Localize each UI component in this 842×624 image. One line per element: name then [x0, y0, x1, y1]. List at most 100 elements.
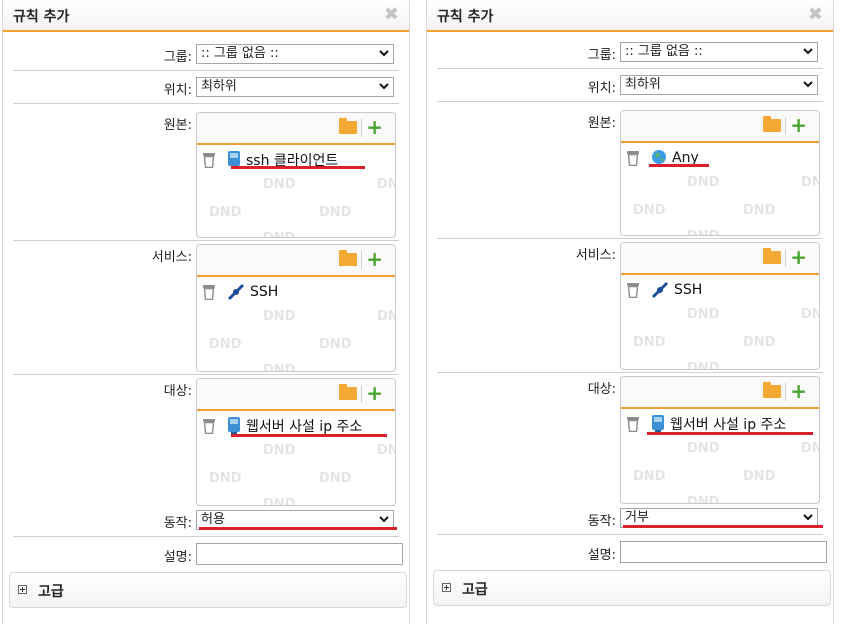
- expand-icon[interactable]: [442, 583, 451, 592]
- dnd-placeholder: DND: [209, 205, 242, 220]
- panel-title: 규칙 추가: [437, 9, 494, 25]
- destination-highlight: [647, 432, 813, 435]
- folder-icon[interactable]: [339, 118, 357, 134]
- dnd-placeholder: DND: [263, 231, 295, 237]
- add-icon[interactable]: +: [366, 249, 383, 269]
- group-label: 그룹:: [587, 48, 616, 63]
- action-label: 동작:: [163, 516, 192, 531]
- position-select[interactable]: 최하위: [620, 75, 818, 95]
- rule-panel-right: 규칙 추가 ✖ 그룹: :: 그룹 없음 :: 위치: 최하위 원본: + An…: [426, 0, 834, 624]
- host-icon: [228, 417, 240, 435]
- folder-icon[interactable]: [339, 384, 357, 400]
- dnd-placeholder: DND: [743, 469, 776, 484]
- host-icon: [652, 415, 664, 433]
- action-highlight: [199, 527, 397, 530]
- service-box-header: +: [621, 243, 819, 275]
- trash-icon[interactable]: [627, 282, 639, 298]
- folder-icon[interactable]: [763, 382, 781, 398]
- add-icon[interactable]: +: [790, 381, 807, 401]
- dnd-placeholder: DND: [633, 203, 666, 218]
- chevron-down-icon: [803, 48, 813, 55]
- advanced-label: 고급: [462, 582, 488, 598]
- action-highlight: [623, 525, 823, 528]
- service-box-header: +: [197, 245, 395, 277]
- rule-panel-left: 규칙 추가 ✖ 그룹: :: 그룹 없음 :: 위치: 최하위 원본: + ss…: [2, 0, 410, 624]
- destination-entry-label: 웹서버 사설 ip 주소: [246, 419, 363, 435]
- description-input[interactable]: [196, 543, 403, 565]
- source-box-header: +: [197, 113, 395, 145]
- service-label: 서비스:: [151, 250, 192, 265]
- position-select-value: 최하위: [625, 77, 661, 92]
- service-entry[interactable]: SSH: [197, 281, 278, 303]
- group-select-value: :: 그룹 없음 ::: [201, 46, 279, 61]
- service-box[interactable]: + SSH DND DND DND DND DND: [196, 244, 396, 372]
- destination-label: 대상:: [587, 382, 616, 397]
- dnd-placeholder: DND: [319, 205, 352, 220]
- dnd-placeholder: DND: [687, 175, 720, 190]
- chevron-down-icon: [803, 81, 813, 88]
- trash-icon[interactable]: [627, 150, 639, 166]
- description-label: 설명:: [587, 548, 616, 563]
- panel-title: 규칙 추가: [13, 9, 70, 25]
- expand-icon[interactable]: [18, 585, 27, 594]
- dnd-placeholder: DND: [209, 471, 242, 486]
- chevron-down-icon: [379, 83, 389, 90]
- description-input[interactable]: [620, 541, 827, 563]
- dnd-placeholder: DND: [687, 307, 720, 322]
- advanced-section[interactable]: 고급: [433, 570, 831, 606]
- action-label: 동작:: [587, 514, 616, 529]
- dnd-placeholder: DND: [263, 309, 296, 324]
- service-box[interactable]: + SSH DND DND DND DND DND: [620, 242, 820, 370]
- close-icon[interactable]: ✖: [808, 4, 823, 25]
- destination-highlight: [231, 434, 387, 437]
- service-entry-label: SSH: [674, 282, 703, 298]
- source-label: 원본:: [163, 118, 192, 133]
- chevron-down-icon: [379, 516, 389, 523]
- destination-box[interactable]: + 웹서버 사설 ip 주소 DND DND DND DND DND: [620, 376, 820, 504]
- trash-icon[interactable]: [627, 416, 639, 432]
- folder-icon[interactable]: [763, 116, 781, 132]
- source-highlight: [649, 164, 709, 167]
- dnd-placeholder: DND: [633, 335, 666, 350]
- dnd-placeholder: DND: [263, 497, 296, 506]
- add-icon[interactable]: +: [790, 115, 807, 135]
- destination-entry-label: 웹서버 사설 ip 주소: [670, 417, 787, 433]
- dnd-placeholder: DND: [319, 337, 352, 352]
- trash-icon[interactable]: [203, 284, 215, 300]
- source-highlight: [231, 166, 365, 169]
- source-box[interactable]: + ssh 클라이언트 DND DND DND DND DND: [196, 112, 396, 238]
- service-label: 서비스:: [575, 248, 616, 263]
- add-icon[interactable]: +: [366, 117, 383, 137]
- group-select-value: :: 그룹 없음 ::: [625, 44, 703, 59]
- dnd-placeholder: DND: [687, 495, 720, 504]
- dnd-placeholder: DND: [687, 361, 720, 370]
- service-plug-icon: [651, 281, 669, 299]
- chevron-down-icon: [803, 514, 813, 521]
- service-entry-label: SSH: [250, 284, 279, 300]
- group-select[interactable]: :: 그룹 없음 ::: [620, 42, 818, 62]
- close-icon[interactable]: ✖: [384, 4, 399, 25]
- description-label: 설명:: [163, 550, 192, 565]
- destination-label: 대상:: [163, 384, 192, 399]
- dnd-placeholder: DND: [687, 441, 720, 456]
- dnd-placeholder: DND: [319, 471, 352, 486]
- trash-icon[interactable]: [203, 152, 215, 168]
- source-box[interactable]: + Any DND DND DND DND DND: [620, 110, 820, 236]
- trash-icon[interactable]: [203, 418, 215, 434]
- folder-icon[interactable]: [339, 250, 357, 266]
- add-icon[interactable]: +: [790, 247, 807, 267]
- service-entry[interactable]: SSH: [621, 279, 702, 301]
- add-icon[interactable]: +: [366, 383, 383, 403]
- folder-icon[interactable]: [763, 248, 781, 264]
- source-label: 원본:: [587, 116, 616, 131]
- chevron-down-icon: [379, 50, 389, 57]
- group-label: 그룹:: [163, 50, 192, 65]
- group-select[interactable]: :: 그룹 없음 ::: [196, 44, 394, 64]
- dnd-placeholder: DND: [743, 335, 776, 350]
- position-select[interactable]: 최하위: [196, 77, 394, 97]
- advanced-section[interactable]: 고급: [9, 572, 407, 608]
- dnd-placeholder: DND: [263, 363, 296, 372]
- dnd-placeholder: DND: [263, 443, 296, 458]
- dnd-placeholder: DND: [801, 307, 819, 322]
- destination-box[interactable]: + 웹서버 사설 ip 주소 DND DND DND DND DND: [196, 378, 396, 506]
